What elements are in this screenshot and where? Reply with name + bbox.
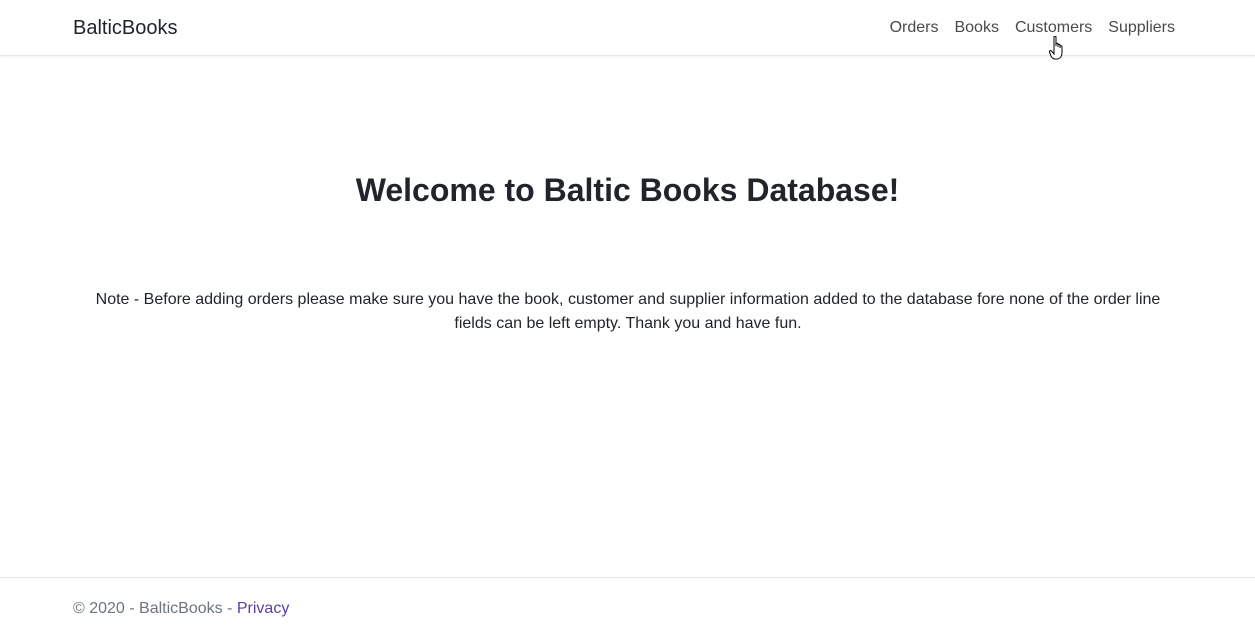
page-title: Welcome to Baltic Books Database!: [355, 172, 900, 208]
copyright-text: © 2020 - BalticBooks -: [73, 600, 237, 617]
nav-books-link[interactable]: Books: [954, 18, 998, 38]
info-note: Note - Before adding orders please make …: [95, 291, 1161, 332]
nav-suppliers-link[interactable]: Suppliers: [1108, 18, 1175, 38]
nav-customers-link[interactable]: Customers: [1015, 18, 1092, 38]
top-navbar: BalticBooks Orders Books Customers Suppl…: [0, 0, 1255, 56]
footer: © 2020 - BalticBooks - Privacy: [0, 577, 1255, 638]
privacy-link[interactable]: Privacy: [237, 600, 289, 617]
nav-orders-link[interactable]: Orders: [890, 18, 939, 38]
footer-text: © 2020 - BalticBooks - Privacy: [73, 599, 289, 619]
main-nav: Orders Books Customers Suppliers: [890, 18, 1175, 38]
brand-link[interactable]: BalticBooks: [73, 16, 178, 40]
main-content: Welcome to Baltic Books Database! Note -…: [0, 57, 1255, 577]
